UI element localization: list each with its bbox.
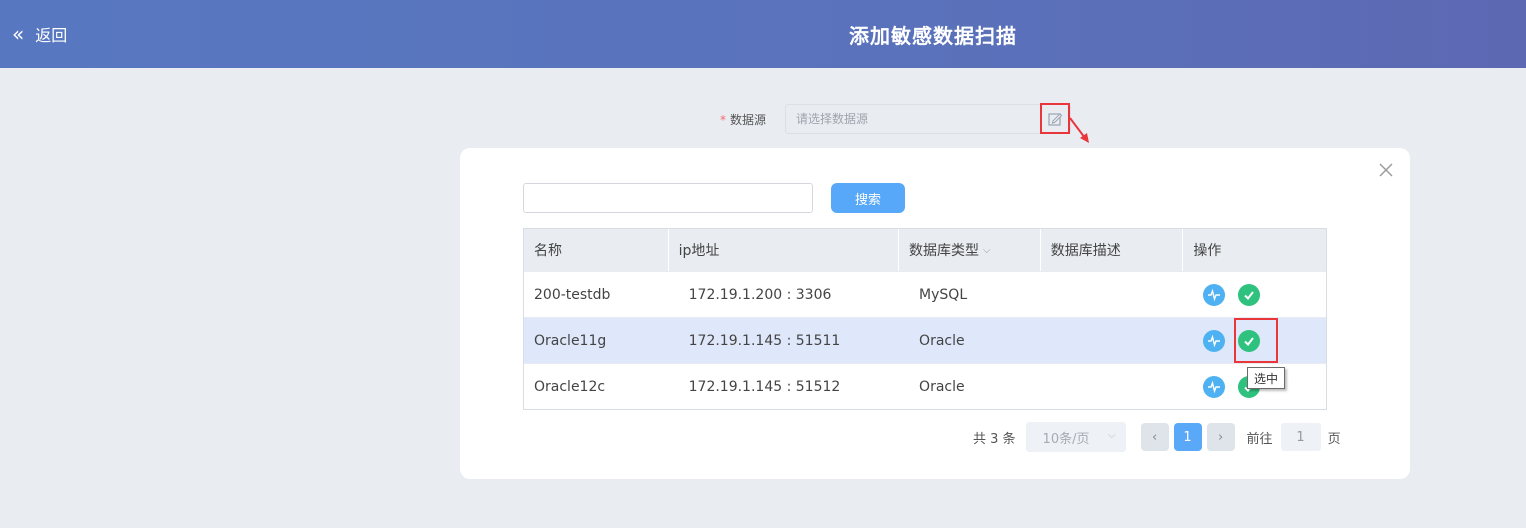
pulse-icon[interactable] <box>1203 283 1226 306</box>
select-tooltip: 选中 <box>1247 367 1285 389</box>
column-header-type-label: 数据库类型 <box>909 243 980 259</box>
goto-page-input[interactable]: 1 <box>1280 423 1321 451</box>
cell-desc <box>1041 318 1184 363</box>
datasource-input[interactable]: 请选择数据源 <box>785 104 1071 134</box>
edit-icon <box>1048 112 1063 126</box>
cell-actions <box>1183 272 1326 317</box>
table-row[interactable]: Oracle11g 172.19.1.145 : 51511 Oracle <box>524 317 1326 363</box>
cell-name: Oracle12c <box>534 378 606 395</box>
goto-label: 前往 <box>1246 431 1273 447</box>
required-mark: * <box>720 112 726 127</box>
page-size-select[interactable]: 10条/页 ⌵ <box>1025 422 1126 452</box>
chevron-down-icon: ⌵ <box>1107 430 1116 441</box>
prev-page-button[interactable]: ‹ <box>1140 423 1169 451</box>
edit-datasource-button[interactable] <box>1040 103 1070 134</box>
pulse-icon[interactable] <box>1203 329 1226 352</box>
select-highlight-box <box>1234 318 1278 363</box>
page-title: 添加敏感数据扫描 <box>849 24 1017 48</box>
page-size-value: 10条/页 <box>1042 431 1090 447</box>
cell-name: 200-testdb <box>534 286 611 303</box>
cell-name: Oracle11g <box>534 332 607 349</box>
datasource-label: * 数据源 <box>720 111 785 128</box>
cell-type: Oracle <box>919 332 965 349</box>
cell-ip: 172.19.1.145 : 51512 <box>688 378 841 395</box>
column-header-name: 名称 <box>524 229 669 271</box>
annotation-arrow <box>1069 117 1089 143</box>
cell-type: MySQL <box>919 286 968 303</box>
datasource-row: * 数据源 请选择数据源 <box>720 104 1071 134</box>
next-page-button[interactable]: › <box>1206 423 1235 451</box>
table-header: 名称 ip地址 数据库类型 ⌵ 数据库描述 操作 <box>524 229 1326 271</box>
datasource-dialog: 搜索 名称 ip地址 数据库类型 ⌵ 数据库描述 操作 200-testdb 17… <box>460 148 1410 479</box>
column-header-ip: ip地址 <box>669 229 900 271</box>
search-button[interactable]: 搜索 <box>831 183 905 213</box>
chevron-down-icon: ⌵ <box>983 244 991 256</box>
check-circle-icon[interactable] <box>1238 283 1261 306</box>
close-icon[interactable] <box>1378 162 1394 178</box>
page-number-button[interactable]: 1 <box>1173 423 1202 451</box>
header-bar: « 返回 添加敏感数据扫描 <box>0 0 1526 68</box>
cell-desc <box>1041 272 1184 317</box>
table-row[interactable]: 200-testdb 172.19.1.200 : 3306 MySQL <box>524 271 1326 317</box>
chevron-left-icon: ‹ <box>1151 429 1158 445</box>
column-header-desc: 数据库描述 <box>1041 229 1184 271</box>
column-header-type[interactable]: 数据库类型 ⌵ <box>899 229 1041 271</box>
datasource-label-text: 数据源 <box>730 112 767 127</box>
pulse-icon[interactable] <box>1203 375 1226 398</box>
cell-desc <box>1041 364 1184 409</box>
page-suffix: 页 <box>1327 431 1341 447</box>
cell-ip: 172.19.1.145 : 51511 <box>688 332 841 349</box>
cell-ip: 172.19.1.200 : 3306 <box>688 286 832 303</box>
chevron-right-icon: › <box>1217 429 1224 445</box>
pagination: 共 3 条 10条/页 ⌵ ‹ 1 › 前往 1 页 <box>973 422 1341 452</box>
table-row[interactable]: Oracle12c 172.19.1.145 : 51512 Oracle <box>524 363 1326 409</box>
search-input[interactable] <box>523 183 813 213</box>
datasource-table: 名称 ip地址 数据库类型 ⌵ 数据库描述 操作 200-testdb 172.1… <box>523 228 1327 410</box>
column-header-actions: 操作 <box>1193 243 1222 259</box>
total-count: 共 3 条 <box>973 431 1016 447</box>
cell-type: Oracle <box>919 378 965 395</box>
